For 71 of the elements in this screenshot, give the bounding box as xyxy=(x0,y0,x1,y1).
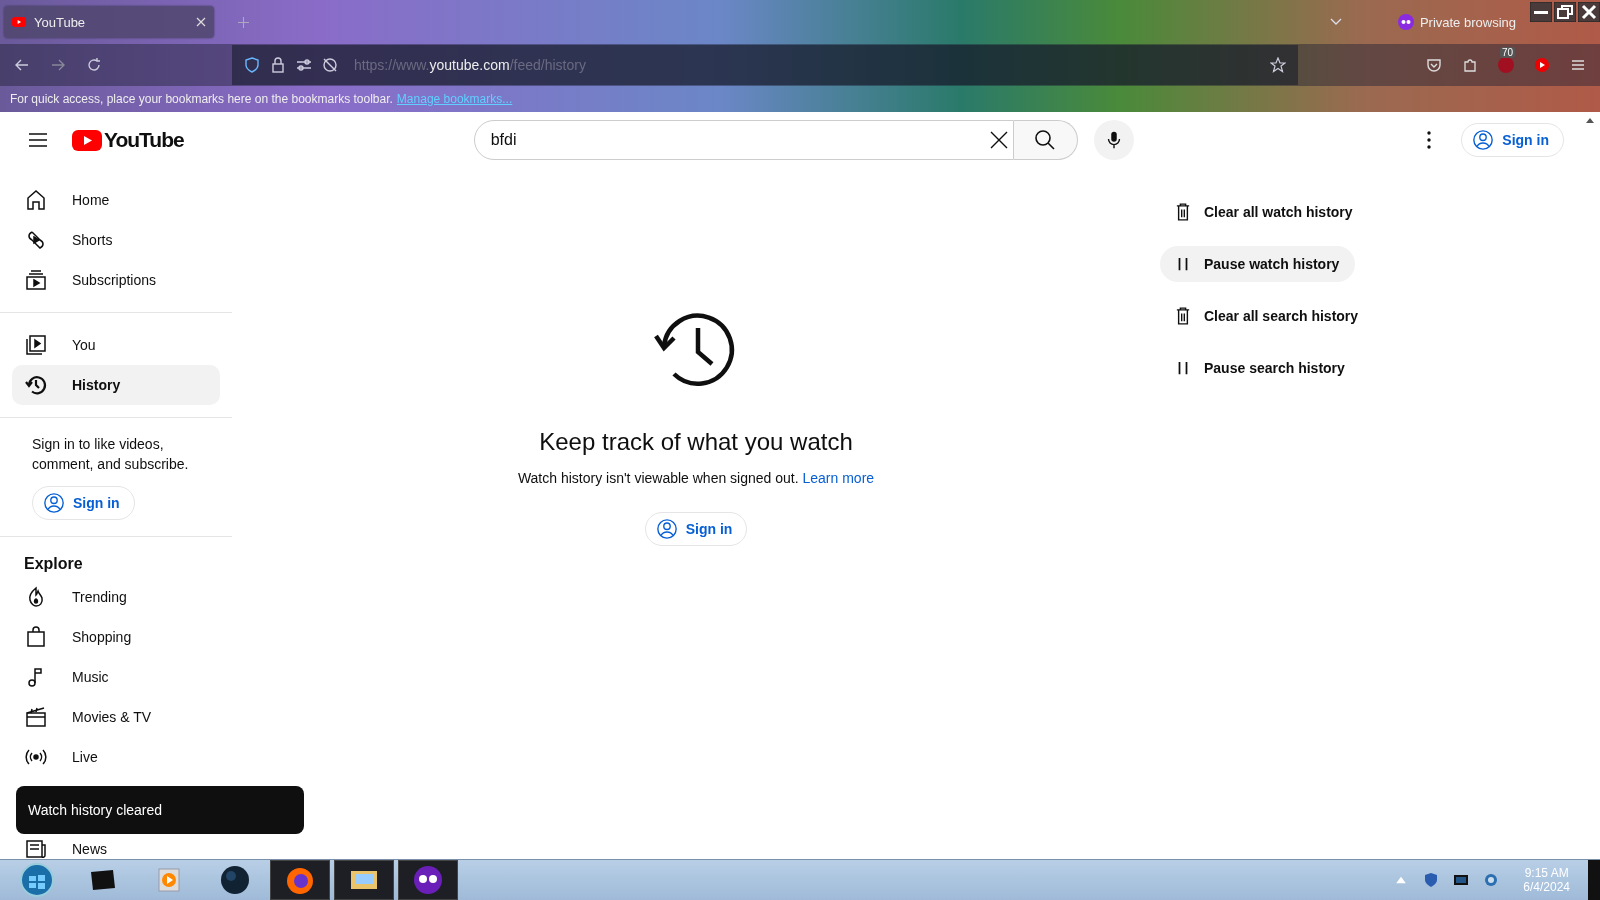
minimize-icon[interactable] xyxy=(1530,2,1552,22)
history-action-button[interactable]: Clear all watch history xyxy=(1160,194,1369,230)
restore-icon[interactable] xyxy=(1554,2,1576,22)
movies-icon xyxy=(24,705,48,729)
account-icon xyxy=(43,492,65,514)
star-icon[interactable] xyxy=(1270,57,1286,73)
reload-icon[interactable] xyxy=(86,57,102,73)
sign-in-prompt: Sign in to like videos, comment, and subscribe. xyxy=(32,435,190,474)
clock-time: 9:15 AM xyxy=(1524,866,1569,880)
sidebar-item[interactable]: Movies & TV xyxy=(12,697,220,737)
toast: Watch history cleared xyxy=(16,786,304,834)
back-icon[interactable] xyxy=(14,57,30,73)
start-button-icon[interactable] xyxy=(19,862,55,898)
pause-icon xyxy=(1176,255,1190,273)
logo-text[interactable]: YouTube xyxy=(104,128,184,152)
sliders-icon xyxy=(296,57,312,73)
empty-state-message: Watch history isn't viewable when signed out. xyxy=(517,470,799,486)
shield-icon xyxy=(244,57,260,73)
subscriptions-icon xyxy=(24,268,48,292)
account-icon xyxy=(655,518,678,540)
mask-icon xyxy=(1397,14,1414,30)
voice-search-button[interactable] xyxy=(1093,120,1134,160)
trash-icon xyxy=(1176,307,1190,325)
lock-icon xyxy=(270,57,286,73)
bookmarks-hint: For quick access, place your bookmarks here on the bookmarks toolbar. xyxy=(10,92,393,106)
sidebar-item[interactable]: Live xyxy=(12,737,220,777)
sidebar-item[interactable]: Trending xyxy=(12,577,220,617)
search-button[interactable] xyxy=(1013,120,1078,160)
network-icon[interactable] xyxy=(1483,872,1500,888)
history-icon xyxy=(24,373,48,397)
menu-icon[interactable] xyxy=(1570,57,1586,73)
shopping-icon xyxy=(24,625,48,649)
forward-icon[interactable] xyxy=(50,57,66,73)
news-icon xyxy=(24,837,48,859)
trash-icon xyxy=(1176,203,1190,221)
more-icon[interactable] xyxy=(1427,131,1432,149)
empty-state-title: Keep track of what you watch xyxy=(539,428,853,456)
scrollbar-up-icon[interactable] xyxy=(1586,118,1594,123)
play-logo-icon xyxy=(72,129,102,151)
blocked-camera-icon xyxy=(322,57,338,73)
url-text: https://www.youtube.com/feed/history xyxy=(354,57,586,73)
home-icon xyxy=(24,188,48,212)
pocket-icon[interactable] xyxy=(1426,57,1442,73)
clock-date: 6/4/2024 xyxy=(1523,880,1570,894)
sidebar-item[interactable]: Shopping xyxy=(12,617,220,657)
badge-count: 70 xyxy=(1500,47,1516,58)
sidebar-item[interactable]: You xyxy=(12,325,220,365)
shield-icon[interactable] xyxy=(1423,872,1440,888)
sidebar-item[interactable]: Home xyxy=(12,180,220,220)
private-browsing-label: Private browsing xyxy=(1419,14,1516,30)
chevron-down-icon[interactable] xyxy=(1329,18,1342,26)
sidebar-item[interactable]: Music xyxy=(12,657,220,697)
clear-icon[interactable] xyxy=(988,130,1009,150)
puzzle-icon[interactable] xyxy=(1462,57,1478,73)
section-heading: Explore xyxy=(23,554,84,574)
account-icon xyxy=(1472,129,1495,151)
browser-tab[interactable]: YouTube xyxy=(4,6,214,38)
address-bar[interactable]: https://www.youtube.com/feed/history xyxy=(232,45,1298,85)
history-action-button[interactable]: Pause watch history xyxy=(1160,246,1356,282)
play-logo-icon xyxy=(12,17,26,27)
monitor-icon[interactable] xyxy=(1453,872,1470,888)
sidebar-item[interactable]: Shorts xyxy=(12,220,220,260)
you-icon xyxy=(24,333,48,357)
sidebar-item[interactable]: Subscriptions xyxy=(12,260,220,300)
sidebar-item[interactable]: History xyxy=(12,365,220,405)
history-action-button[interactable]: Pause search history xyxy=(1160,350,1361,386)
play-logo-icon[interactable] xyxy=(1534,57,1550,73)
close-icon[interactable] xyxy=(1578,2,1600,22)
learn-more-link[interactable]: Learn more xyxy=(802,470,875,486)
pause-icon xyxy=(1176,359,1190,377)
history-action-button[interactable]: Clear all search history xyxy=(1160,298,1375,334)
